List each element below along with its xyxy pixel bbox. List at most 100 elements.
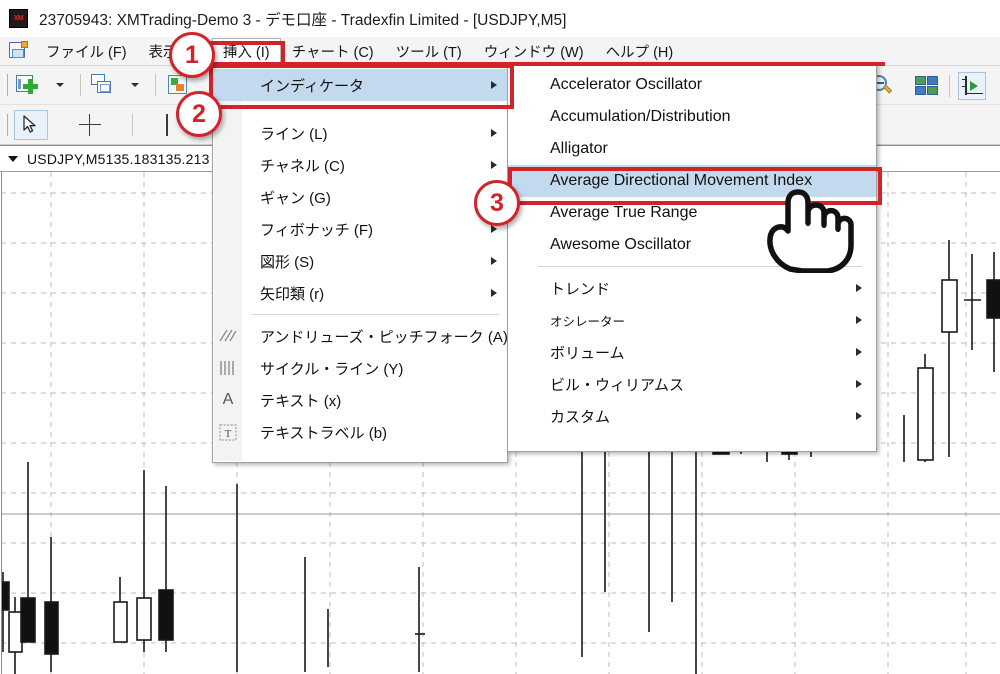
menu-divider — [251, 314, 499, 315]
chevron-right-icon — [491, 161, 497, 169]
vertical-line-icon — [166, 113, 168, 136]
menu-item-label: サイクル・ライン (Y) — [260, 360, 404, 378]
indicator-category-custom[interactable]: カスタム — [508, 400, 876, 432]
indicator-category-bill-williams[interactable]: ビル・ウィリアムス — [508, 368, 876, 400]
step-badge-1: 1 — [169, 32, 215, 78]
chevron-right-icon — [856, 348, 862, 356]
chevron-down-icon — [130, 83, 139, 87]
xm-logo-text: XM — [13, 15, 24, 22]
menu-window[interactable]: ウィンドウ (W) — [473, 38, 595, 65]
menu-item-arrows[interactable]: 矢印類 (r) — [213, 277, 507, 309]
chevron-right-icon — [491, 225, 497, 233]
chart-document-icon — [7, 41, 29, 61]
menu-item-label: Accumulation/Distribution — [550, 108, 731, 125]
indicator-category-volumes[interactable]: ボリューム — [508, 336, 876, 368]
new-chart-dropdown[interactable] — [44, 71, 72, 99]
menu-item-channels[interactable]: チャネル (C) — [213, 149, 507, 181]
indicator-accumulation-distribution[interactable]: Accumulation/Distribution — [508, 101, 876, 133]
menu-insert[interactable]: 挿入 (I) — [211, 37, 281, 65]
toolbar-separator — [80, 74, 81, 96]
text-icon: A — [222, 391, 234, 408]
menu-item-text-label[interactable]: T テキストラベル (b) — [213, 416, 507, 448]
menu-item-label: アンドリューズ・ピッチフォーク (A) — [260, 328, 508, 346]
menu-item-label: ギャン (G) — [260, 189, 331, 207]
crosshair-icon — [79, 113, 101, 136]
axis-play-icon — [960, 75, 984, 97]
profiles-dropdown[interactable] — [119, 71, 147, 99]
chart-bid-price: 135.183 — [105, 150, 158, 167]
menu-item-label: Awesome Oscillator — [550, 236, 692, 253]
profiles-icon — [91, 74, 115, 96]
menu-item-label: フィボナッチ (F) — [260, 221, 374, 239]
menu-item-label: ライン (L) — [260, 125, 328, 143]
indicator-accelerator-oscillator[interactable]: Accelerator Oscillator — [508, 69, 876, 101]
menu-item-text[interactable]: A テキスト (x) — [213, 384, 507, 416]
menu-item-label: テキストラベル (b) — [260, 424, 388, 442]
toolbar-separator — [132, 113, 133, 136]
chevron-right-icon — [491, 257, 497, 265]
chart-ask-price: 135.213 — [157, 150, 210, 167]
new-chart-button[interactable] — [14, 71, 42, 99]
toolbar-grip[interactable] — [4, 113, 8, 136]
step-badge-label: 3 — [490, 188, 504, 217]
metatrader-window: XM 23705943: XMTrading-Demo 3 - デモ口座 - T… — [0, 0, 1000, 674]
menu-item-label: 図形 (S) — [260, 253, 315, 271]
svg-text:T: T — [225, 428, 232, 440]
cycle-lines-icon — [217, 358, 239, 378]
step-badge-label: 2 — [192, 99, 206, 128]
menu-item-label: チャネル (C) — [260, 157, 345, 175]
chevron-right-icon — [856, 316, 862, 324]
menu-item-fibonacci[interactable]: フィボナッチ (F) — [213, 213, 507, 245]
chevron-right-icon — [856, 412, 862, 420]
step-badge-3: 3 — [474, 180, 520, 226]
pointing-hand-cursor — [760, 183, 855, 278]
menu-item-label: カスタム — [550, 408, 611, 426]
menu-chart[interactable]: チャート (C) — [281, 38, 385, 65]
toolbar-separator — [155, 74, 156, 96]
chevron-right-icon — [856, 380, 862, 388]
tile-windows-button[interactable] — [913, 72, 941, 100]
menu-item-label: ボリューム — [550, 344, 625, 362]
profiles-button[interactable] — [89, 71, 117, 99]
auto-scroll-button[interactable] — [958, 71, 986, 100]
cursor-button[interactable] — [14, 109, 48, 140]
chevron-right-icon — [491, 81, 497, 89]
menu-item-cycle-lines[interactable]: サイクル・ライン (Y) — [213, 352, 507, 384]
menu-item-label: 矢印類 (r) — [260, 285, 325, 303]
insert-menu-popup[interactable]: インディケータ ライン (L) チャネル (C) ギャン (G) フィボナッチ … — [212, 64, 508, 463]
menu-item-label: ビル・ウィリアムス — [550, 376, 684, 394]
menu-item-andrews-pitchfork[interactable]: アンドリューズ・ピッチフォーク (A) — [213, 320, 508, 352]
crosshair-button[interactable] — [73, 110, 107, 140]
annotation-underline-menubar — [285, 62, 885, 66]
menu-item-shapes[interactable]: 図形 (S) — [213, 245, 507, 277]
chevron-right-icon — [856, 284, 862, 292]
toolbar-grip[interactable] — [4, 74, 8, 96]
window-title: 23705943: XMTrading-Demo 3 - デモ口座 - Trad… — [39, 11, 567, 29]
title-bar: XM 23705943: XMTrading-Demo 3 - デモ口座 - T… — [0, 0, 1000, 37]
menu-item-indicators[interactable]: インディケータ — [213, 69, 507, 101]
chevron-right-icon — [491, 289, 497, 297]
menu-item-label: Average True Range — [550, 204, 698, 221]
text-label-icon: T — [217, 422, 239, 442]
chart-left-edge — [1, 172, 2, 674]
chevron-down-icon[interactable] — [8, 155, 18, 162]
xm-logo-icon: XM — [9, 9, 28, 28]
menu-file[interactable]: ファイル (F) — [35, 38, 138, 65]
menu-item-label: オシレーター — [550, 314, 626, 329]
menu-item-label: テキスト (x) — [260, 392, 342, 410]
menu-item-label: インディケータ — [260, 77, 364, 95]
new-chart-icon — [16, 74, 40, 96]
indicator-alligator[interactable]: Alligator — [508, 133, 876, 165]
arrow-cursor-icon — [23, 114, 39, 135]
chart-symbol-label: USDJPY,M5 — [27, 150, 106, 167]
indicator-category-oscillators[interactable]: オシレーター — [508, 304, 876, 336]
menu-item-label: トレンド — [550, 280, 611, 298]
menu-tools[interactable]: ツール (T) — [385, 38, 473, 65]
menu-item-label: Alligator — [550, 140, 608, 157]
step-badge-label: 1 — [185, 40, 199, 69]
menu-help[interactable]: ヘルプ (H) — [595, 38, 685, 65]
menu-item-lines[interactable]: ライン (L) — [213, 117, 507, 149]
menu-item-label: Accelerator Oscillator — [550, 76, 703, 93]
chevron-right-icon — [491, 129, 497, 137]
menu-item-gann[interactable]: ギャン (G) — [213, 181, 507, 213]
